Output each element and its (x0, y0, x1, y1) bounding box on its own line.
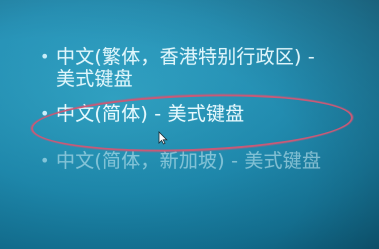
language-label: 中文(简体，新加坡) - 美式键盘 (56, 150, 322, 172)
bullet-icon: • (40, 151, 50, 170)
language-label: 中文(繁体，香港特别行政区) - 美式键盘 (56, 46, 322, 90)
list-item-zh-hk-us-keyboard[interactable]: • 中文(繁体，香港特别行政区) - 美式键盘 (40, 46, 340, 90)
list-item-zh-sg-us-keyboard[interactable]: • 中文(简体，新加坡) - 美式键盘 (40, 150, 340, 172)
mouse-pointer-icon (158, 131, 168, 145)
bullet-icon: • (40, 47, 50, 66)
selection-highlight-ellipse (30, 89, 354, 157)
